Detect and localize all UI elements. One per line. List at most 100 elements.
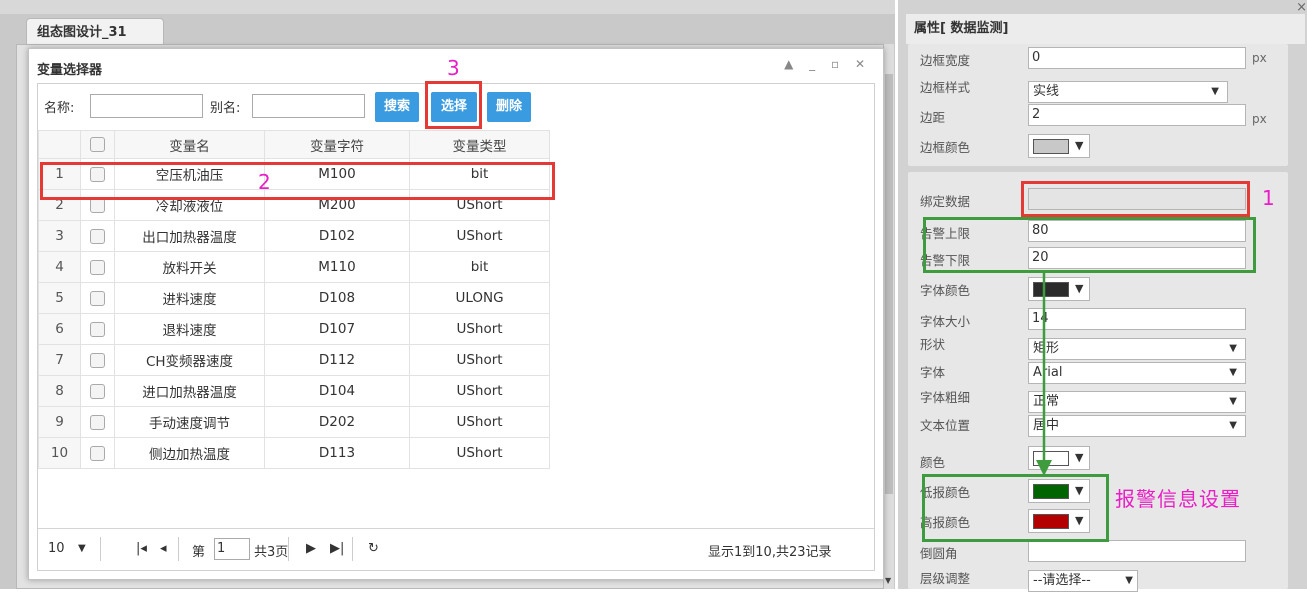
name-label: 名称: (44, 101, 75, 116)
row-checkbox-cell[interactable] (80, 406, 115, 438)
last-page-icon[interactable]: ▶| (330, 541, 344, 556)
margin-unit: px (1252, 112, 1267, 126)
scroll-down-icon[interactable]: ▼ (885, 576, 891, 585)
row-checkbox-cell[interactable] (80, 437, 115, 469)
delete-button[interactable]: 删除 (487, 92, 531, 122)
font-label: 字体 (920, 365, 946, 380)
editor-top-strip (0, 0, 895, 14)
table-row[interactable]: 3 出口加热器温度 D102 UShort (38, 220, 550, 252)
next-page-icon[interactable]: ▶ (306, 541, 316, 556)
property-header: 属性[ 数据监测] (906, 14, 1305, 44)
column-header-name[interactable]: 变量名 (114, 130, 265, 159)
font-row: 字体 Arial ▼ (908, 362, 1288, 384)
table-row[interactable]: 7 CH变频器速度 D112 UShort (38, 344, 550, 376)
refresh-icon[interactable]: ↻ (368, 541, 379, 556)
highlight-alarm-colors-box (922, 474, 1109, 542)
shape-select[interactable]: 矩形 ▼ (1028, 338, 1246, 360)
row-checkbox-cell[interactable] (80, 344, 115, 376)
first-page-icon[interactable]: |◂ (136, 541, 147, 556)
row-checkbox[interactable] (90, 383, 105, 399)
variable-symbol: D108 (264, 282, 410, 314)
font-size-input[interactable]: 14 (1028, 308, 1246, 330)
page-number-input[interactable]: 1 (214, 538, 250, 560)
border-style-row: 边框样式 实线 ▼ (908, 77, 1288, 103)
border-color-picker[interactable]: ▼ (1028, 134, 1090, 158)
table-row[interactable]: 10 侧边加热温度 D113 UShort (38, 437, 550, 469)
border-settings-group: 边框宽度 0 px 边框样式 实线 ▼ 边距 2 px 边框颜色 ▼ (908, 44, 1288, 166)
variable-symbol: D113 (264, 437, 410, 469)
pager-divider (178, 537, 179, 561)
layer-label: 层级调整 (920, 571, 971, 586)
shape-label: 形状 (920, 337, 946, 352)
alias-label: 别名: (210, 101, 241, 116)
radius-row: 倒圆角 (908, 540, 1288, 562)
border-style-select[interactable]: 实线 ▼ (1028, 81, 1228, 103)
arrow-icon (1036, 272, 1052, 476)
column-header-checkbox[interactable] (80, 130, 115, 159)
radius-input[interactable] (1028, 540, 1246, 562)
border-style-label: 边框样式 (920, 80, 971, 95)
text-position-row: 文本位置 居中 ▼ (908, 415, 1288, 437)
row-checkbox[interactable] (90, 445, 105, 461)
table-row[interactable]: 5 进料速度 D108 ULONG (38, 282, 550, 314)
dialog-body: 名称: 别名: 搜索 选择 删除 变量名 变量字符 变量类型 1 空压机油压 M… (37, 83, 875, 571)
chevron-down-icon: ▼ (1075, 282, 1084, 295)
column-header-type[interactable]: 变量类型 (409, 130, 550, 159)
row-checkbox[interactable] (90, 259, 105, 275)
margin-input[interactable]: 2 (1028, 104, 1246, 126)
font-weight-select[interactable]: 正常 ▼ (1028, 391, 1246, 413)
close-icon[interactable]: × (1296, 0, 1307, 15)
font-color-label: 字体颜色 (920, 283, 971, 298)
row-checkbox-cell[interactable] (80, 251, 115, 283)
highlight-select-button-box (425, 81, 482, 129)
row-index: 10 (38, 437, 81, 469)
layer-row: 层级调整 --请选择-- ▼ (908, 568, 1288, 592)
pagination-bar: 10 ▼ |◂ ◂ 第 1 共3页 ▶ ▶| ↻ 显示1到10,共23记录 (38, 528, 874, 570)
variable-symbol: D102 (264, 220, 410, 252)
border-width-input[interactable]: 0 (1028, 47, 1246, 69)
annotation-step-1: 1 (1262, 186, 1275, 210)
search-button[interactable]: 搜索 (375, 92, 419, 122)
border-color-label: 边框颜色 (920, 140, 971, 155)
row-checkbox[interactable] (90, 321, 105, 337)
row-checkbox[interactable] (90, 414, 105, 430)
row-index: 7 (38, 344, 81, 376)
variable-type: UShort (409, 344, 550, 376)
scrollbar-thumb[interactable] (885, 74, 893, 494)
page-size-select[interactable]: 10 (48, 541, 65, 556)
window-controls[interactable]: ▲ _ ▫ ✕ (784, 57, 871, 71)
row-checkbox-cell[interactable] (80, 313, 115, 345)
font-select[interactable]: Arial ▼ (1028, 362, 1246, 384)
row-checkbox[interactable] (90, 228, 105, 244)
row-checkbox[interactable] (90, 352, 105, 368)
row-checkbox-cell[interactable] (80, 220, 115, 252)
table-row[interactable]: 4 放料开关 M110 bit (38, 251, 550, 283)
layer-value: --请选择-- (1033, 573, 1091, 588)
highlight-alarm-limits-box (923, 217, 1256, 273)
column-header-symbol[interactable]: 变量字符 (264, 130, 410, 159)
border-width-row: 边框宽度 0 px (908, 47, 1288, 69)
table-row[interactable]: 6 退料速度 D107 UShort (38, 313, 550, 345)
annotation-step-2: 2 (258, 170, 271, 194)
dialog-title: 变量选择器 (37, 63, 103, 78)
pager-divider (352, 537, 353, 561)
alias-search-input[interactable] (252, 94, 365, 118)
chevron-down-icon: ▼ (1229, 420, 1237, 431)
row-checkbox-cell[interactable] (80, 375, 115, 407)
tab-editor[interactable]: 组态图设计_31 (26, 18, 164, 46)
table-row[interactable]: 8 进口加热器温度 D104 UShort (38, 375, 550, 407)
editor-scrollbar[interactable]: ▼ (884, 44, 894, 589)
chevron-down-icon[interactable]: ▼ (78, 543, 86, 554)
variable-name: CH变频器速度 (114, 344, 265, 376)
row-checkbox-cell[interactable] (80, 282, 115, 314)
row-checkbox[interactable] (90, 290, 105, 306)
select-all-checkbox[interactable] (90, 137, 105, 152)
table-row[interactable]: 9 手动速度调节 D202 UShort (38, 406, 550, 438)
variable-name: 放料开关 (114, 251, 265, 283)
margin-label: 边距 (920, 110, 946, 125)
name-search-input[interactable] (90, 94, 203, 118)
prev-page-icon[interactable]: ◂ (160, 541, 167, 556)
property-title: 属性[ 数据监测] (914, 21, 1009, 36)
annotation-step-3: 3 (447, 56, 460, 80)
text-position-select[interactable]: 居中 ▼ (1028, 415, 1246, 437)
